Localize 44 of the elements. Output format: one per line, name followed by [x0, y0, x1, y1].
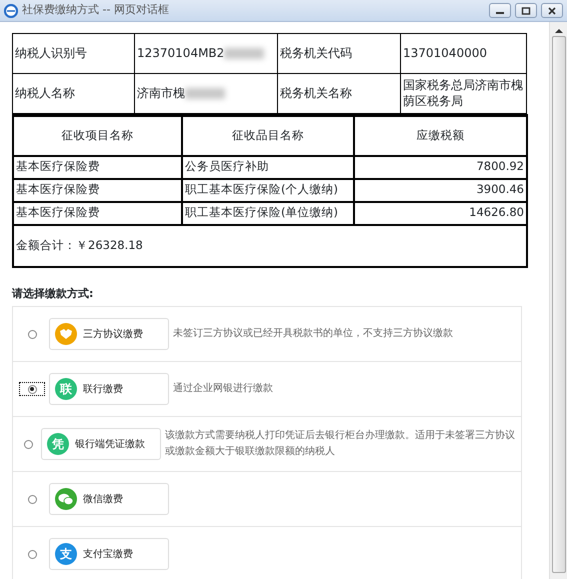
payment-method-prompt: 请选择缴款方式: [12, 286, 94, 302]
table-cell: 基本医疗保险费 [16, 182, 100, 196]
payment-method-button[interactable]: 三方协议缴费 [49, 318, 169, 350]
close-button[interactable] [541, 3, 563, 18]
table-cell: 公务员医疗补助 [185, 159, 269, 174]
table-cell: 职工基本医疗保险(个人缴纳) [185, 182, 338, 196]
method-description: 该缴款方式需要纳税人打印凭证后去银行柜台办理缴款。适用于未签署三方协议或缴款金额大于银联缴款限额的纳税人 [164, 428, 516, 459]
field-label: 税务机关代码 [280, 46, 352, 60]
payment-method-button[interactable]: 支 支付宝缴费 [49, 538, 169, 570]
table-cell: 基本医疗保险费 [16, 159, 100, 174]
column-header: 征收品目名称 [232, 128, 304, 142]
column-header: 征收项目名称 [62, 128, 134, 142]
total-amount: 金额合计：￥26328.18 [16, 238, 143, 252]
payment-icon: 支 [55, 543, 77, 565]
window-title: 社保费缴纳方式 -- 网页对话框 [22, 2, 169, 18]
scrollbar[interactable] [549, 22, 567, 579]
browser-icon [4, 4, 18, 18]
radio-button[interactable] [19, 382, 45, 396]
payment-icon: 联 [55, 378, 77, 400]
method-description: 通过企业网银进行缴款 [172, 382, 274, 396]
table-cell: 7800.92 [476, 159, 524, 174]
field-value: 12370104MB2 [137, 46, 224, 60]
close-icon [547, 6, 557, 14]
table-cell: 3900.46 [476, 182, 524, 196]
table-cell: 14626.80 [469, 205, 524, 220]
field-value: 国家税务总局济南市槐荫区税务局 [403, 78, 523, 108]
scrollbar-thumb[interactable] [552, 36, 566, 573]
field-label: 纳税人识别号 [15, 46, 87, 60]
table-cell: 基本医疗保险费 [16, 205, 100, 220]
minimize-button[interactable] [489, 3, 511, 18]
field-value: 13701040000 [403, 46, 487, 60]
field-label: 税务机关名称 [280, 86, 352, 100]
payment-icon: 凭 [47, 433, 70, 455]
column-header: 应缴税额 [416, 128, 464, 142]
table-cell: 职工基本医疗保险(单位缴纳) [185, 205, 338, 220]
restore-button[interactable] [515, 3, 537, 18]
payment-method-button[interactable]: 凭 银行端凭证缴款 [41, 428, 162, 460]
method-description: 未签订三方协议或已经开具税款书的单位，不支持三方协议缴款 [172, 326, 454, 341]
field-label: 纳税人名称 [15, 86, 75, 100]
payment-method-button[interactable]: 微信缴费 [49, 483, 169, 515]
scroll-up-icon[interactable] [554, 28, 562, 34]
payment-method-button[interactable]: 联 联行缴费 [49, 373, 169, 405]
restore-icon [521, 6, 531, 14]
field-value: 济南市槐 [137, 86, 185, 100]
